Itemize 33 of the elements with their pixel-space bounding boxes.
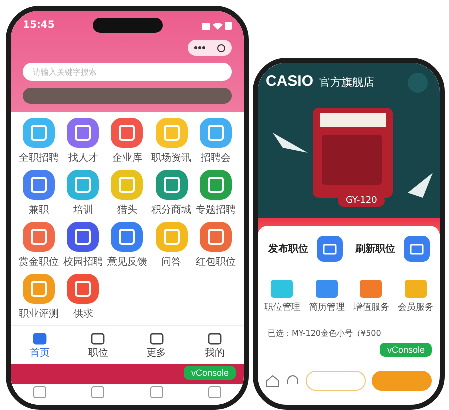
grid-label: 职业评测 (19, 308, 60, 321)
service-label: 简历管理 (308, 302, 345, 314)
grid-label: 职场资讯 (152, 152, 192, 165)
grid-label: 供求 (73, 308, 94, 321)
grid-label: 培训 (73, 204, 94, 217)
grid-label: 企业库 (112, 152, 142, 165)
service-label: 职位管理 (264, 302, 300, 314)
grid-label: 红包职位 (196, 256, 236, 269)
store-name: 官方旗舰店 (320, 75, 375, 90)
grid-label: 意见反馈 (107, 256, 148, 269)
grid-label: 找人才 (68, 152, 98, 165)
service-label: 增值服务 (353, 302, 390, 314)
grid-label: 兼职 (29, 204, 50, 217)
nav-tab[interactable]: 更多 (146, 330, 167, 360)
grid-label: 赏金职位 (19, 256, 60, 269)
status-time: 15:45 (23, 20, 55, 30)
grid-label: 问答 (162, 256, 182, 269)
selection-text: 已选：MY-120金色小号（¥500 (268, 328, 382, 339)
grid-label: 猎头 (117, 204, 138, 217)
action-item[interactable]: 发布职位 (268, 236, 342, 262)
grid-label: 校园招聘 (63, 256, 104, 269)
brand-name: CASIO (266, 73, 314, 90)
model-tag: GY-120 (338, 195, 386, 207)
grid-label: 积分商城 (152, 204, 192, 217)
service-label: 会员服务 (398, 302, 434, 314)
grid-label: 招聘会 (200, 152, 231, 165)
grid-label: 全职招聘 (19, 152, 60, 165)
grid-label: 专题招聘 (196, 204, 236, 217)
nav-tab[interactable]: 首页 (30, 330, 50, 360)
action-item[interactable]: 刷新职位 (356, 236, 430, 262)
nav-tab[interactable]: 职位 (88, 330, 108, 360)
search-field[interactable]: 请输入关键字搜索 (23, 63, 232, 81)
nav-tab[interactable]: 我的 (204, 330, 225, 360)
